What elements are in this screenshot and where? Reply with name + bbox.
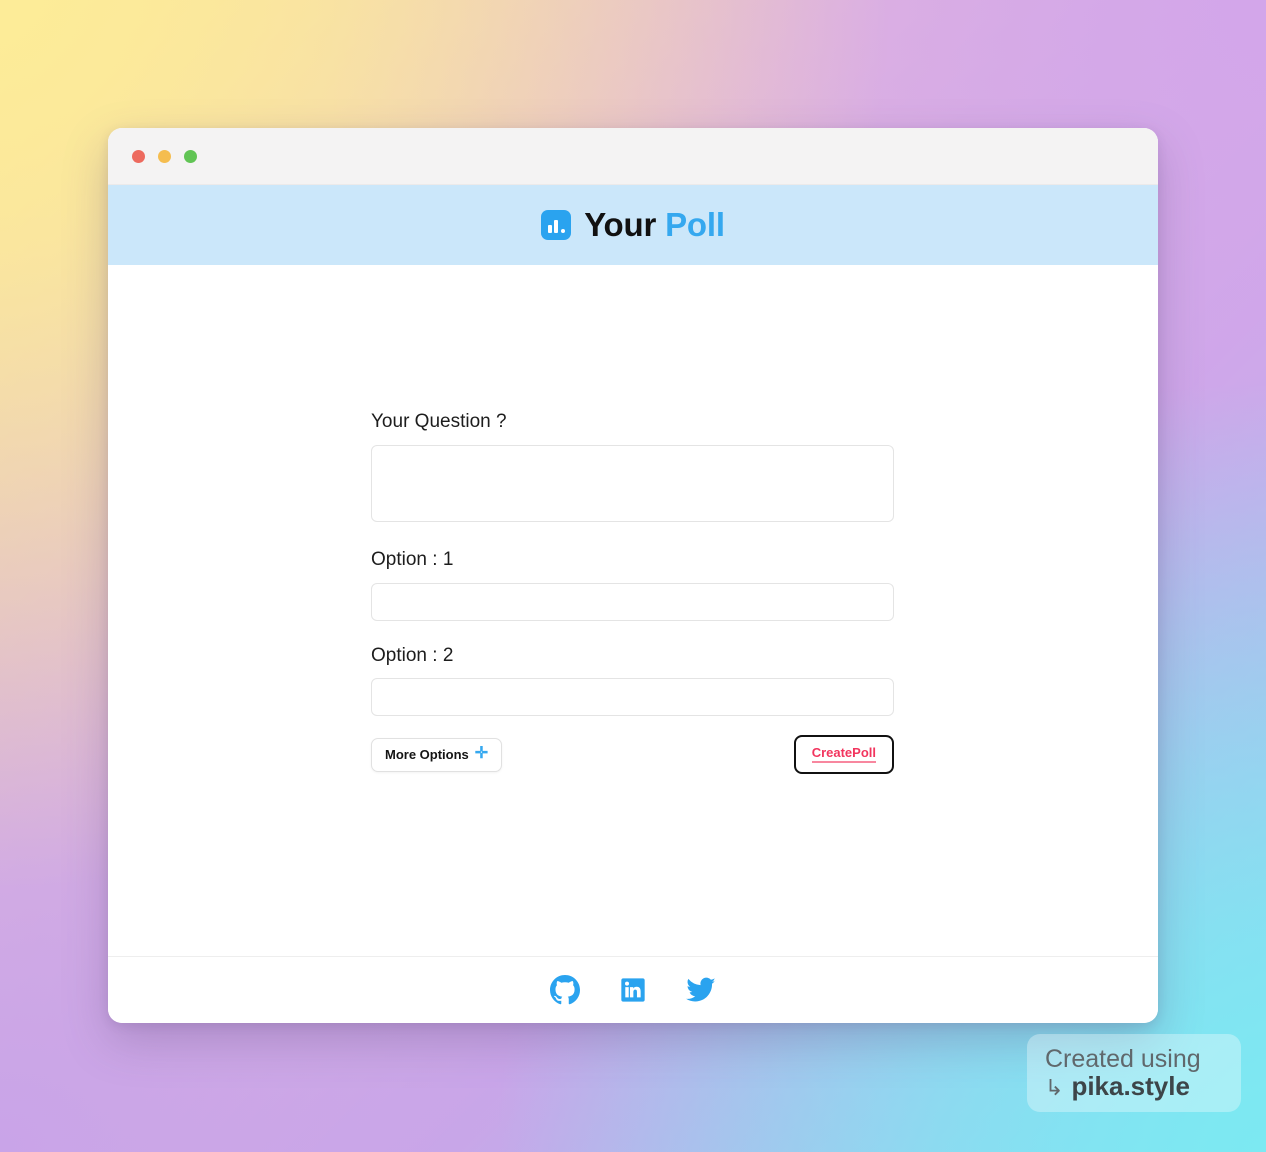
bar-chart-icon [541, 210, 572, 240]
form-actions: More Options ✛ CreatePoll [371, 735, 894, 775]
linkedin-icon[interactable] [617, 974, 649, 1006]
browser-window: Your Poll Your Question ? Option : 1 Opt… [108, 128, 1158, 1023]
app-main-content: Your Question ? Option : 1 Option : 2 Mo… [108, 265, 1158, 956]
app-header: Your Poll [108, 185, 1158, 265]
watermark-brand: pika.style [1071, 1071, 1190, 1102]
option-2-input[interactable] [371, 678, 894, 717]
minimize-window-button[interactable] [158, 149, 171, 163]
page-title: Your Poll [584, 206, 725, 244]
question-label: Your Question ? [371, 411, 507, 432]
watermark-line-2: ↳ pika.style [1045, 1072, 1223, 1101]
page-title-primary: Your [584, 206, 657, 243]
github-icon[interactable] [549, 974, 581, 1006]
close-window-button[interactable] [132, 149, 145, 163]
page-title-accent: Poll [665, 206, 725, 243]
twitter-icon[interactable] [685, 974, 717, 1006]
create-poll-button[interactable]: CreatePoll [793, 735, 894, 775]
create-poll-form: Your Question ? Option : 1 Option : 2 Mo… [371, 411, 894, 775]
app-footer [108, 956, 1158, 1023]
watermark-line-1: Created using [1045, 1045, 1201, 1073]
create-poll-label: CreatePoll [811, 746, 876, 764]
window-titlebar [108, 128, 1158, 185]
pika-watermark: Created using ↳ pika.style [1027, 1034, 1241, 1112]
arrow-icon: ↳ [1045, 1075, 1064, 1101]
traffic-light-buttons [132, 149, 197, 163]
more-options-button[interactable]: More Options ✛ [371, 737, 503, 772]
plus-icon: ✛ [474, 744, 489, 762]
option-2-label: Option : 2 [371, 644, 454, 666]
option-1-label: Option : 1 [371, 548, 454, 570]
option-1-input[interactable] [371, 582, 894, 621]
question-input[interactable] [371, 444, 894, 522]
maximize-window-button[interactable] [184, 149, 197, 163]
more-options-label: More Options [385, 747, 469, 763]
